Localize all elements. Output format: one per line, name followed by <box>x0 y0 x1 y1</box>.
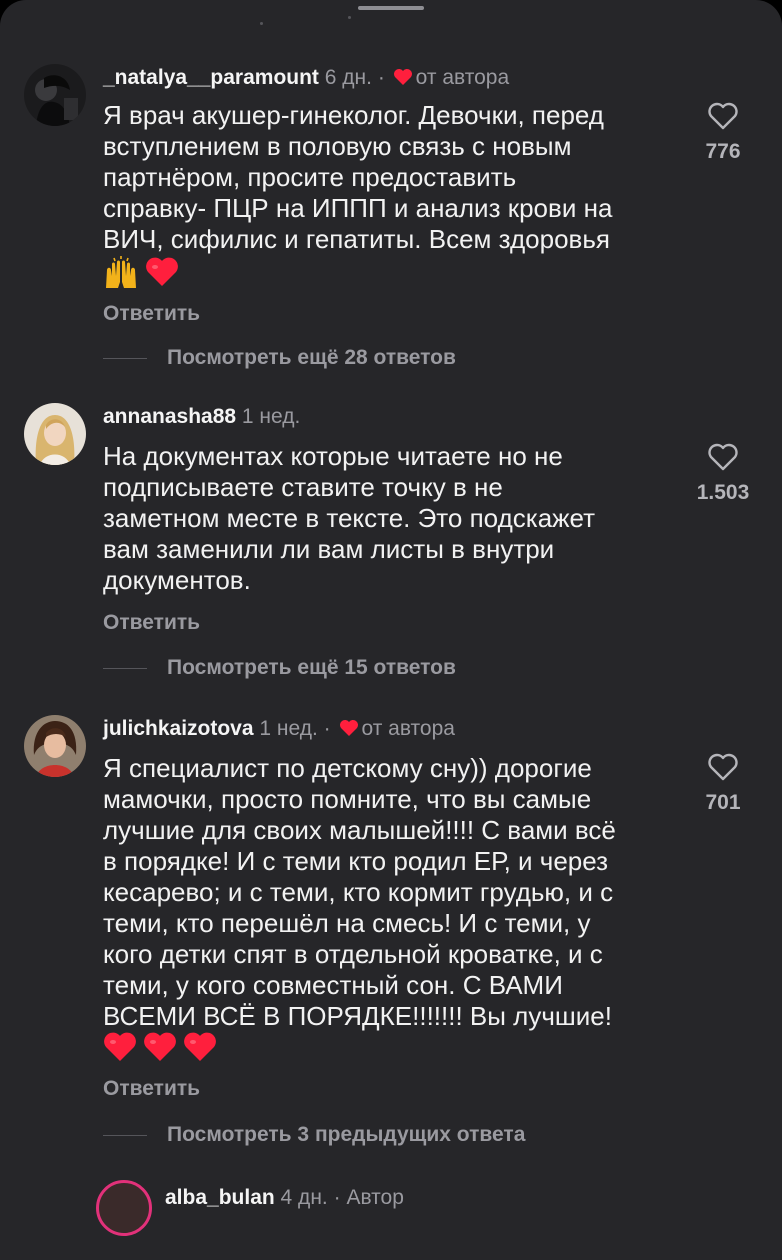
like-button[interactable]: 701 <box>688 753 758 815</box>
view-more-label: Посмотреть 3 предыдущих ответа <box>167 1123 526 1146</box>
separator: · <box>333 1186 341 1209</box>
raising-hands-icon <box>106 256 136 288</box>
separator: · <box>377 66 385 89</box>
comment-time: 6 дн. <box>324 66 372 89</box>
red-heart-icon <box>104 1032 136 1061</box>
view-more-replies[interactable]: Посмотреть ещё 28 ответов <box>103 345 456 371</box>
heart-outline-icon[interactable] <box>707 443 739 471</box>
comment-meta: julichkaizotova 1 нед. · от автора <box>103 715 455 745</box>
comment-meta: annanasha88 1 нед. <box>103 403 300 431</box>
story-ring-avatar[interactable] <box>96 1180 152 1236</box>
divider-line <box>103 357 147 359</box>
comment-time: 1 нед. <box>259 717 318 740</box>
author-label: Автор <box>346 1186 404 1209</box>
comments-sheet: _natalya__paramount 6 дн. · от автора Я … <box>0 0 782 1260</box>
comment-time: 1 нед. <box>241 405 301 428</box>
comment-text: Я врач акушер-гинеколог. Девочки, перед … <box>103 100 613 254</box>
reply-meta: alba_bulan 4 дн. · Автор <box>165 1184 404 1212</box>
comment-meta: _natalya__paramount 6 дн. · от автора <box>103 64 509 94</box>
red-heart-icon <box>339 717 359 745</box>
avatar[interactable] <box>24 403 86 465</box>
username[interactable]: annanasha88 <box>103 405 236 428</box>
divider-line <box>103 667 147 669</box>
separator: · <box>323 717 331 740</box>
comment-emojis <box>103 1031 217 1065</box>
comment-text: Я специалист по детскому сну)) дорогие м… <box>103 753 616 1031</box>
decorative-dot <box>260 22 263 25</box>
heart-outline-icon[interactable] <box>707 753 739 781</box>
reply-button[interactable]: Ответить <box>103 302 200 326</box>
reply-button[interactable]: Ответить <box>103 611 200 635</box>
view-more-label: Посмотреть ещё 15 ответов <box>167 656 456 679</box>
comment-emojis <box>103 256 179 290</box>
red-heart-icon <box>393 66 413 94</box>
like-button[interactable]: 776 <box>688 102 758 164</box>
comment-text: На документах которые читаете но не подп… <box>103 441 596 595</box>
red-heart-icon <box>184 1032 216 1061</box>
author-like-label: от автора <box>415 66 510 89</box>
username[interactable]: julichkaizotova <box>103 717 254 740</box>
red-heart-icon <box>146 257 178 286</box>
sheet-grabber[interactable] <box>358 6 424 10</box>
like-button[interactable]: 1.503 <box>688 443 758 505</box>
red-heart-icon <box>144 1032 176 1061</box>
like-count: 776 <box>705 140 741 163</box>
view-more-replies[interactable]: Посмотреть ещё 15 ответов <box>103 655 456 681</box>
like-count: 701 <box>705 791 741 814</box>
username[interactable]: _natalya__paramount <box>103 66 319 89</box>
avatar[interactable] <box>24 64 86 126</box>
like-count: 1.503 <box>696 481 750 504</box>
decorative-dot <box>348 16 351 19</box>
reply-button[interactable]: Ответить <box>103 1077 200 1101</box>
username[interactable]: alba_bulan <box>165 1186 275 1209</box>
view-more-label: Посмотреть ещё 28 ответов <box>167 346 456 369</box>
divider-line <box>103 1134 147 1136</box>
heart-outline-icon[interactable] <box>707 102 739 130</box>
author-like-label: от автора <box>361 717 455 740</box>
view-more-replies[interactable]: Посмотреть 3 предыдущих ответа <box>103 1122 525 1148</box>
comment-time: 4 дн. <box>280 1186 328 1209</box>
avatar[interactable] <box>24 715 86 777</box>
